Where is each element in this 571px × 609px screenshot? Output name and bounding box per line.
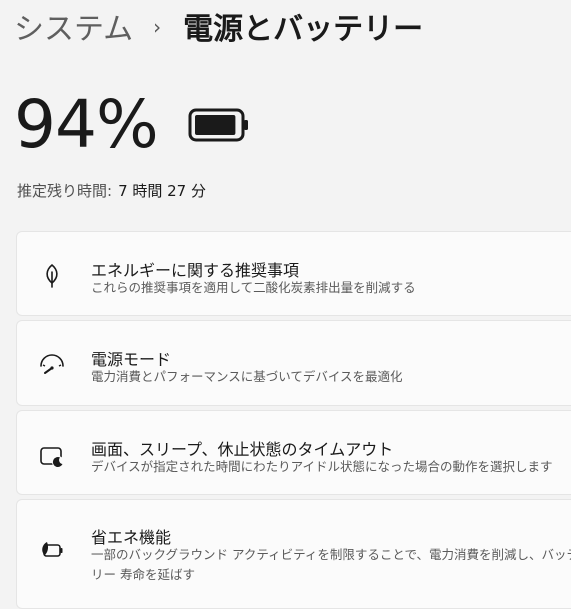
card-description: デバイスが指定された時間にわたりアイドル状態になった場合の動作を選択します bbox=[91, 459, 553, 474]
screen-sleep-timeout-card[interactable]: 画面、スリープ、休止状態のタイムアウト デバイスが指定された時間にわたりアイドル… bbox=[16, 410, 571, 495]
battery-level-fill bbox=[194, 115, 236, 135]
card-description: 電力消費とパフォーマンスに基づいてデバイスを最適化 bbox=[91, 369, 403, 384]
power-mode-card[interactable]: 電源モード 電力消費とパフォーマンスに基づいてデバイスを最適化 bbox=[16, 320, 571, 406]
breadcrumb: システム › 電源とバッテリー bbox=[14, 4, 423, 48]
card-description: 一部のバックグラウンド アクティビティを制限することで、電力消費を削減し、バッテ… bbox=[91, 547, 571, 582]
page-title: 電源とバッテリー bbox=[183, 12, 424, 47]
remaining-time-value: 7 時間 27 分 bbox=[118, 182, 206, 200]
remaining-time-label: 推定残り時間: bbox=[17, 182, 113, 200]
battery-icon bbox=[188, 108, 250, 142]
battery-saver-card[interactable]: 省エネ機能 一部のバックグラウンド アクティビティを制限することで、電力消費を削… bbox=[16, 499, 571, 609]
energy-recommendations-card[interactable]: エネルギーに関する推奨事項 これらの推奨事項を適用して二酸化炭素排出量を削減する bbox=[16, 231, 571, 316]
screen-sleep-icon bbox=[39, 444, 65, 470]
battery-percentage: 94% bbox=[14, 86, 159, 163]
breadcrumb-system-link[interactable]: システム bbox=[14, 4, 133, 48]
card-description: これらの推奨事項を適用して二酸化炭素排出量を削減する bbox=[91, 280, 416, 295]
leaf-icon bbox=[39, 262, 65, 288]
estimated-remaining-time: 推定残り時間: 7 時間 27 分 bbox=[17, 180, 206, 201]
battery-saver-icon bbox=[39, 538, 65, 564]
battery-status: 94% bbox=[14, 86, 250, 164]
chevron-right-icon: › bbox=[153, 15, 162, 39]
gauge-icon bbox=[39, 353, 65, 379]
